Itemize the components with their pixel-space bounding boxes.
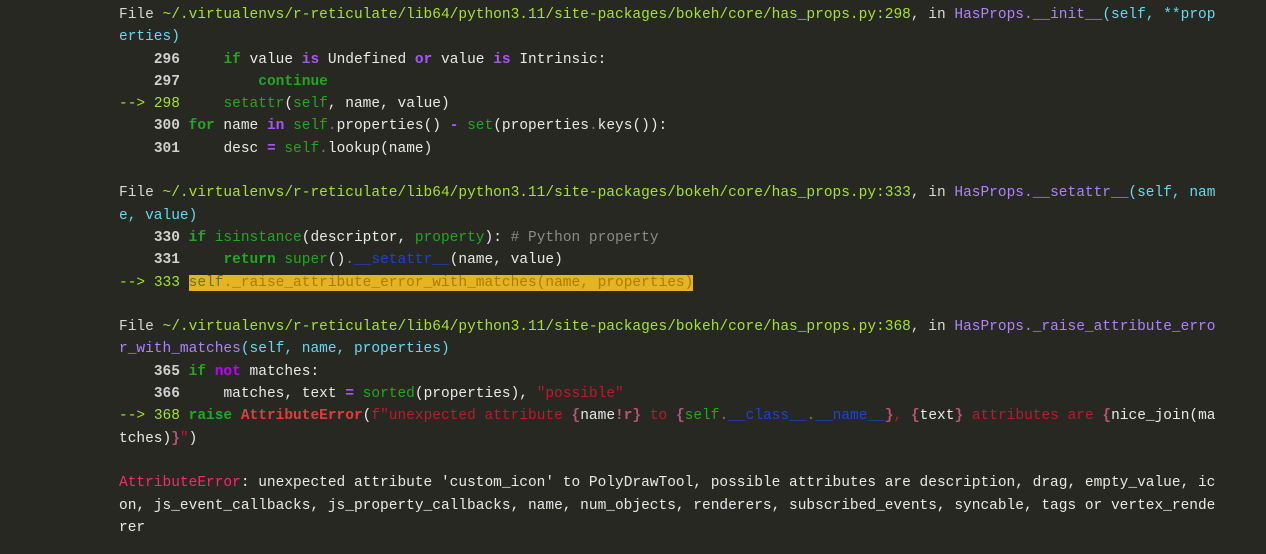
frame-line-number: :368 [876, 319, 911, 336]
frame-header-wrap: erties) [119, 29, 180, 46]
code-line-current: --> 333 self._raise_attribute_error_with… [119, 272, 1244, 294]
code-line: 365 if not matches: [153, 363, 320, 380]
frame-header: File ~/.virtualenvs/r-reticulate/lib64/p… [119, 7, 1216, 23]
current-line-arrow: --> [119, 408, 154, 425]
line-number: 366 [153, 386, 180, 403]
line-number: 300 [153, 118, 180, 135]
frame-header: File ~/.virtualenvs/r-reticulate/lib64/p… [119, 185, 1216, 202]
frame-file-path[interactable]: ~/.virtualenvs/r-reticulate/lib64/python… [163, 185, 877, 201]
frame-file-path[interactable]: ~/.virtualenvs/r-reticulate/lib64/python… [163, 319, 877, 335]
frame-header: File ~/.virtualenvs/r-reticulate/lib64/p… [119, 319, 1216, 336]
code-line: 331 return super().__setattr__(name, val… [153, 252, 563, 269]
error-type: AttributeError [119, 475, 241, 492]
error-message: AttributeError: unexpected attribute 'cu… [119, 475, 1216, 492]
line-number: 298 [153, 96, 180, 113]
code-line: 330 if isinstance(descriptor, property):… [153, 229, 659, 246]
frame-header-wrap: r_with_matches(self, name, properties) [119, 341, 450, 358]
frame-function-args: (self, name, properties) [240, 341, 450, 358]
code-comment: # Python property [510, 229, 659, 246]
code-line: 296 if value is Undefined or value is In… [153, 51, 607, 68]
error-message-wrap: on, js_event_callbacks, js_property_call… [119, 497, 1216, 514]
code-line-current: --> 368 raise AttributeError(f"unexpecte… [119, 408, 1216, 425]
frame-function-name: HasProps.__setattr__ [954, 185, 1129, 202]
code-line-wrap: tches)}") [119, 430, 198, 447]
frame-header-wrap: e, value) [119, 207, 198, 224]
highlighted-error-expression: self._raise_attribute_error_with_matches… [188, 274, 694, 291]
frame-file-path[interactable]: ~/.virtualenvs/r-reticulate/lib64/python… [163, 7, 877, 23]
line-number: 365 [153, 363, 180, 380]
frame-line-number: :333 [876, 185, 911, 202]
current-line-arrow: --> [119, 274, 154, 291]
traceback-output: File ~/.virtualenvs/r-reticulate/lib64/p… [119, 4, 1244, 539]
line-number: 297 [153, 73, 180, 90]
code-line: 301 desc = self.lookup(name) [153, 140, 433, 157]
code-line: 300 for name in self.properties() - set(… [153, 118, 668, 135]
line-number: 301 [153, 140, 180, 157]
line-number: 296 [153, 51, 180, 68]
line-number: 330 [153, 229, 180, 246]
line-number: 368 [153, 408, 180, 425]
frame-function-name: HasProps.__init__ [954, 7, 1103, 23]
frame-function-name: HasProps._raise_attribute_erro [954, 319, 1216, 336]
current-line-arrow: --> [119, 96, 154, 113]
frame-function-args: (self, **prop [1102, 7, 1216, 23]
frame-function-args: (self, nam [1128, 185, 1216, 202]
code-line: 297 continue [153, 73, 328, 90]
code-line-current: --> 298 setattr(self, name, value) [119, 96, 450, 113]
code-line: 366 matches, text = sorted(properties), … [153, 386, 624, 403]
line-number: 331 [153, 252, 180, 269]
error-message-wrap: rer [119, 519, 146, 536]
line-number: 333 [153, 274, 180, 291]
frame-line-number: :298 [876, 7, 911, 23]
